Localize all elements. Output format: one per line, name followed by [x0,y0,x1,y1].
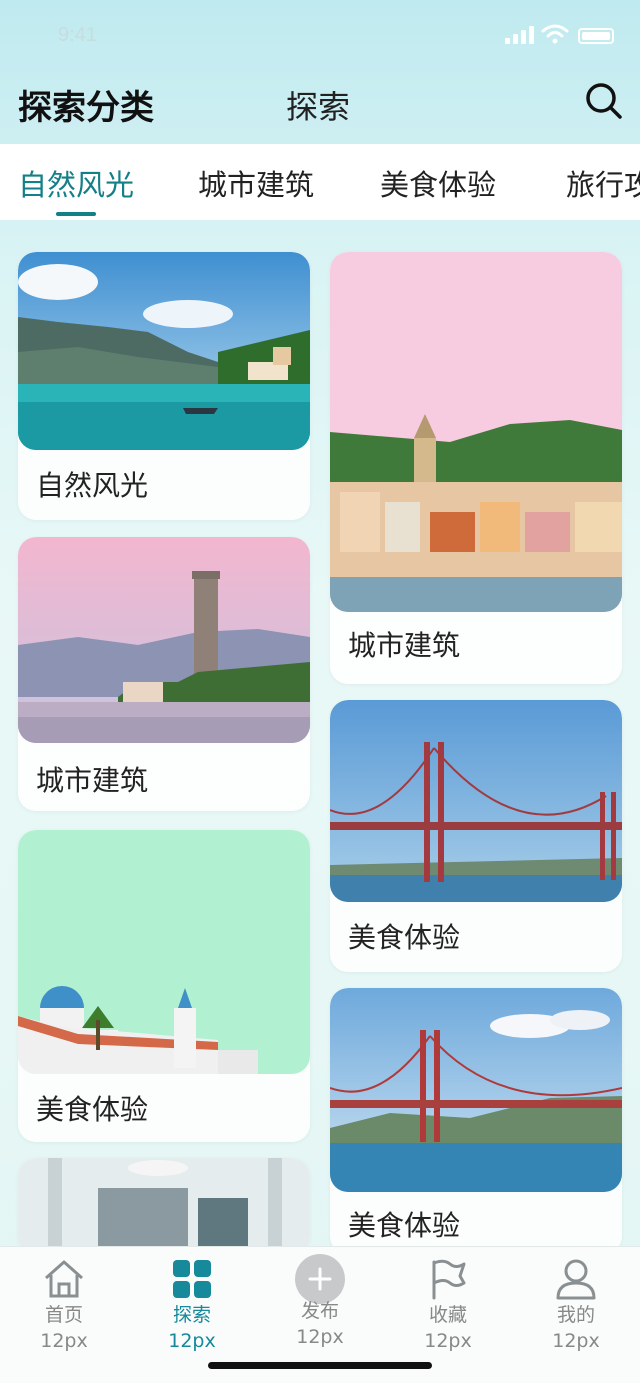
active-tab-indicator [56,212,96,216]
cellular-signal-icon [505,26,535,44]
battery-icon [578,28,614,44]
tab-nature[interactable]: 自然风光 [18,162,134,204]
card-label: 美食体验 [348,921,461,954]
card-interior[interactable] [18,1158,310,1254]
status-bar: 9:41 [0,0,640,70]
card-label: 城市建筑 [36,764,149,797]
page-header: 探索分类 探索 [0,70,640,144]
wifi-icon [541,24,569,44]
user-icon [556,1259,596,1300]
nav-explore-size: 12px [168,1330,216,1352]
card-label: 美食体验 [348,1209,461,1242]
card-food-bridge-1[interactable]: 美食体验 [330,700,622,972]
tab-travel[interactable]: 旅行攻略 [566,162,640,204]
nav-explore[interactable]: 探索 12px [142,1257,242,1367]
nav-publish-size: 12px [296,1326,344,1348]
card-image [18,1158,310,1254]
card-city-harbor[interactable]: 城市建筑 [330,252,622,684]
nav-explore-label: 探索 [172,1304,211,1326]
card-image [18,252,310,450]
flag-icon [432,1259,466,1300]
card-food-1[interactable]: 美食体验 [18,830,310,1142]
card-food-bridge-2[interactable]: 美食体验 [330,988,622,1254]
card-city-1[interactable]: 城市建筑 [18,537,310,811]
card-image [330,252,622,612]
search-icon[interactable] [583,80,623,120]
nav-favorites-label: 收藏 [428,1304,467,1326]
card-label: 自然风光 [36,469,149,502]
tab-city[interactable]: 城市建筑 [198,162,314,204]
page-title: 探索分类 [18,88,154,128]
nav-profile-size: 12px [552,1330,600,1352]
nav-home-label: 首页 [44,1304,83,1326]
card-image [18,537,310,743]
nav-favorites-size: 12px [424,1330,472,1352]
status-time: 9:41 [58,24,97,46]
nav-home-size: 12px [40,1330,88,1352]
card-label: 城市建筑 [348,629,461,662]
category-tabs: 自然风光 城市建筑 美食体验 旅行攻略 [0,144,640,220]
tab-food[interactable]: 美食体验 [380,162,496,204]
card-label: 美食体验 [36,1093,149,1126]
home-icon [45,1260,83,1298]
header-subtitle: 探索 [286,88,351,126]
nav-publish-label: 发布 [300,1300,339,1322]
card-image [18,830,310,1074]
card-nature[interactable]: 自然风光 [18,252,310,520]
home-indicator [208,1362,432,1369]
card-image [330,988,622,1192]
plus-circle-icon [295,1254,345,1304]
nav-favorites[interactable]: 收藏 12px [398,1257,498,1367]
nav-profile[interactable]: 我的 12px [526,1257,626,1367]
nav-profile-label: 我的 [556,1304,595,1326]
grid-icon [173,1260,211,1298]
card-image [330,700,622,902]
nav-publish[interactable]: 发布 12px [270,1254,370,1367]
nav-home[interactable]: 首页 12px [14,1257,114,1367]
